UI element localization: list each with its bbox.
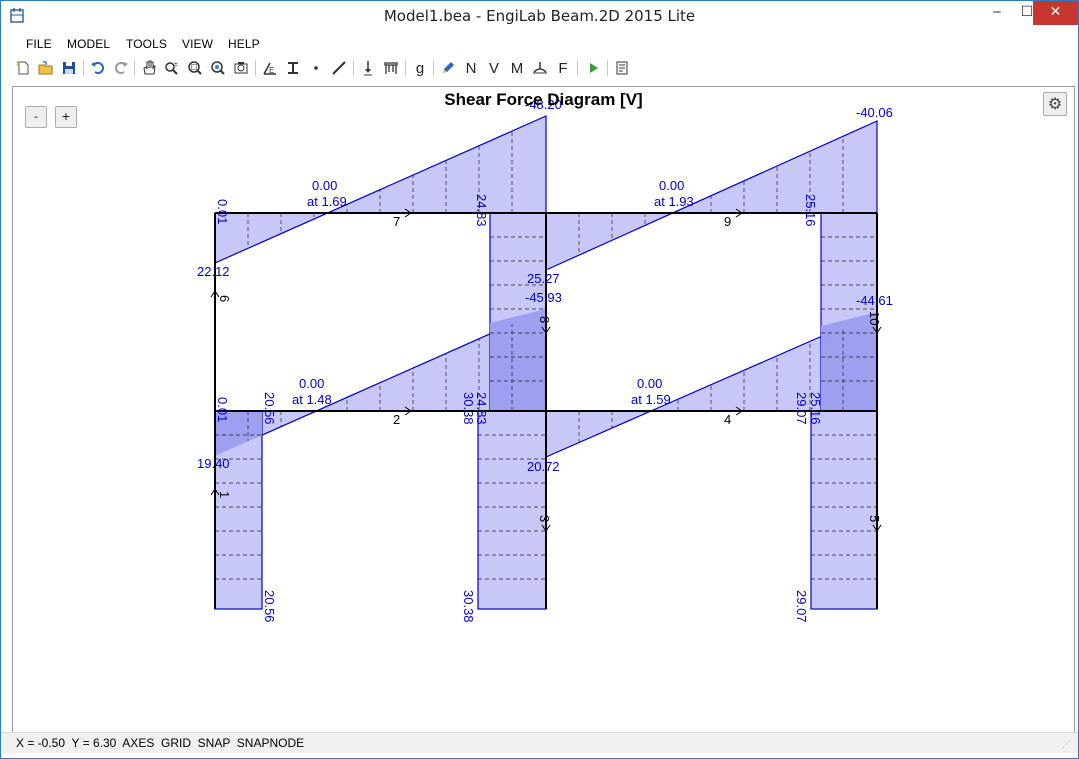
col3-top-value: 30.38 (461, 392, 476, 425)
window-title: Model1.bea - EngiLab Beam.2D 2015 Lite (383, 7, 696, 25)
beam9-zero-at-label: at 1.93 (654, 194, 694, 209)
drawing-canvas[interactable]: - + ⚙ 0.00 at 1.69 22.12 -48.20 0.01 24.… (12, 86, 1075, 733)
app-window: Model1.bea - EngiLab Beam.2D 2015 Lite ‒… (0, 0, 1079, 759)
zoom-extents-icon[interactable] (208, 58, 228, 78)
beam9-right-end: 25.16 (803, 194, 818, 227)
beam4-right-peak: -44.61 (856, 293, 893, 308)
zoom-window-icon[interactable] (185, 58, 205, 78)
menu-help[interactable]: HELP (228, 37, 260, 51)
redo-icon[interactable] (111, 58, 131, 78)
zoom-in-out-icon[interactable]: ± (162, 58, 182, 78)
beam9-zero-label: 0.00 (659, 178, 684, 193)
diagram-overlap-right (821, 312, 877, 411)
node-icon[interactable] (306, 58, 326, 78)
col1-top-value: 20.56 (262, 392, 277, 425)
element-label-5: 5 (867, 515, 882, 522)
shear-force-diagram: 0.00 at 1.69 22.12 -48.20 0.01 24.83 0.0… (197, 97, 893, 623)
resize-grip-icon[interactable]: ⋰ (1062, 740, 1072, 750)
element-icon[interactable] (329, 58, 349, 78)
svg-text:E: E (269, 66, 274, 75)
col5-bottom-value: 29.07 (794, 590, 809, 623)
beam2-zero-label: 0.00 (299, 376, 324, 391)
beam7-zero-at-label: at 1.69 (307, 194, 347, 209)
toolbar: ± E g N V M F (1, 56, 1078, 80)
beam7-left-end: 0.01 (215, 199, 230, 224)
beam7-zero-label: 0.00 (312, 178, 337, 193)
toolbar-separator (83, 60, 84, 76)
moment-icon[interactable]: M (507, 58, 527, 78)
beam4-zero-at-label: at 1.59 (631, 392, 671, 407)
sections-icon[interactable] (283, 58, 303, 78)
materials-icon[interactable]: E (260, 58, 280, 78)
beam2-zero-at-label: at 1.48 (292, 392, 332, 407)
col1-bottom-value: 20.56 (262, 590, 277, 623)
new-file-icon[interactable] (13, 58, 33, 78)
toolbar-separator (255, 60, 256, 76)
reactions-icon[interactable]: F (553, 58, 573, 78)
beam9-left-value: 25.27 (527, 271, 560, 286)
run-icon[interactable] (583, 58, 603, 78)
beam4-left-value: 20.72 (527, 459, 560, 474)
element-label-9: 9 (724, 214, 731, 229)
save-icon[interactable] (59, 58, 79, 78)
col5-top-value: 29.07 (794, 392, 809, 425)
menu-model[interactable]: MODEL (67, 37, 110, 51)
svg-text:±: ± (174, 61, 178, 68)
status-bar: X = -0.50 Y = 6.30 AXES GRID SNAP SNAPNO… (1, 732, 1078, 753)
element-label-1: 1 (217, 491, 232, 498)
minimize-button[interactable]: ‒ (983, 1, 1011, 25)
menu-view[interactable]: VIEW (182, 37, 213, 51)
element-label-3: 3 (537, 515, 552, 522)
menu-bar: FILE MODEL TOOLS VIEW HELP (1, 34, 1078, 54)
beam2-right-peak: -45.93 (525, 290, 562, 305)
element-label-4: 4 (724, 412, 731, 427)
pan-icon[interactable] (139, 58, 159, 78)
toolbar-separator (353, 60, 354, 76)
shear-icon[interactable]: V (484, 58, 504, 78)
menu-file[interactable]: FILE (26, 37, 52, 51)
element-label-10: 10 (867, 311, 882, 325)
status-text: X = -0.50 Y = 6.30 AXES GRID SNAP SNAPNO… (16, 736, 305, 750)
beam4-zero-label: 0.00 (637, 376, 662, 391)
beam4-right-end: 25.16 (808, 392, 823, 425)
toolbar-separator (577, 60, 578, 76)
gravity-icon[interactable]: g (410, 58, 430, 78)
beam7-right-end: 24.83 (474, 194, 489, 227)
axial-icon[interactable]: N (461, 58, 481, 78)
close-button[interactable]: ✕ (1033, 1, 1078, 25)
toolbar-separator (607, 60, 608, 76)
title-bar: Model1.bea - EngiLab Beam.2D 2015 Lite ‒… (1, 1, 1078, 32)
element-label-8: 8 (537, 316, 552, 323)
toolbar-separator (134, 60, 135, 76)
report-icon[interactable] (612, 58, 632, 78)
deformed-icon[interactable] (530, 58, 550, 78)
undo-icon[interactable] (88, 58, 108, 78)
toolbar-separator (405, 60, 406, 76)
menu-tools[interactable]: TOOLS (126, 37, 167, 51)
support-icon[interactable] (358, 58, 378, 78)
hinge-icon[interactable] (381, 58, 401, 78)
col3-bottom-value: 30.38 (461, 590, 476, 623)
zoom-all-icon[interactable] (231, 58, 251, 78)
diagram-overlap-left (490, 309, 546, 411)
toolbar-separator (433, 60, 434, 76)
diagram-title: Shear Force Diagram [V] (444, 90, 643, 109)
beam2-left-end: 0.01 (215, 397, 230, 422)
beam7-left-value: 22.12 (197, 264, 230, 279)
open-file-icon[interactable] (36, 58, 56, 78)
element-label-7: 7 (393, 214, 400, 229)
element-label-2: 2 (393, 412, 400, 427)
element-label-6: 6 (217, 295, 232, 302)
beam2-left-value: 19.40 (197, 456, 230, 471)
loads-pen-icon[interactable] (438, 58, 458, 78)
